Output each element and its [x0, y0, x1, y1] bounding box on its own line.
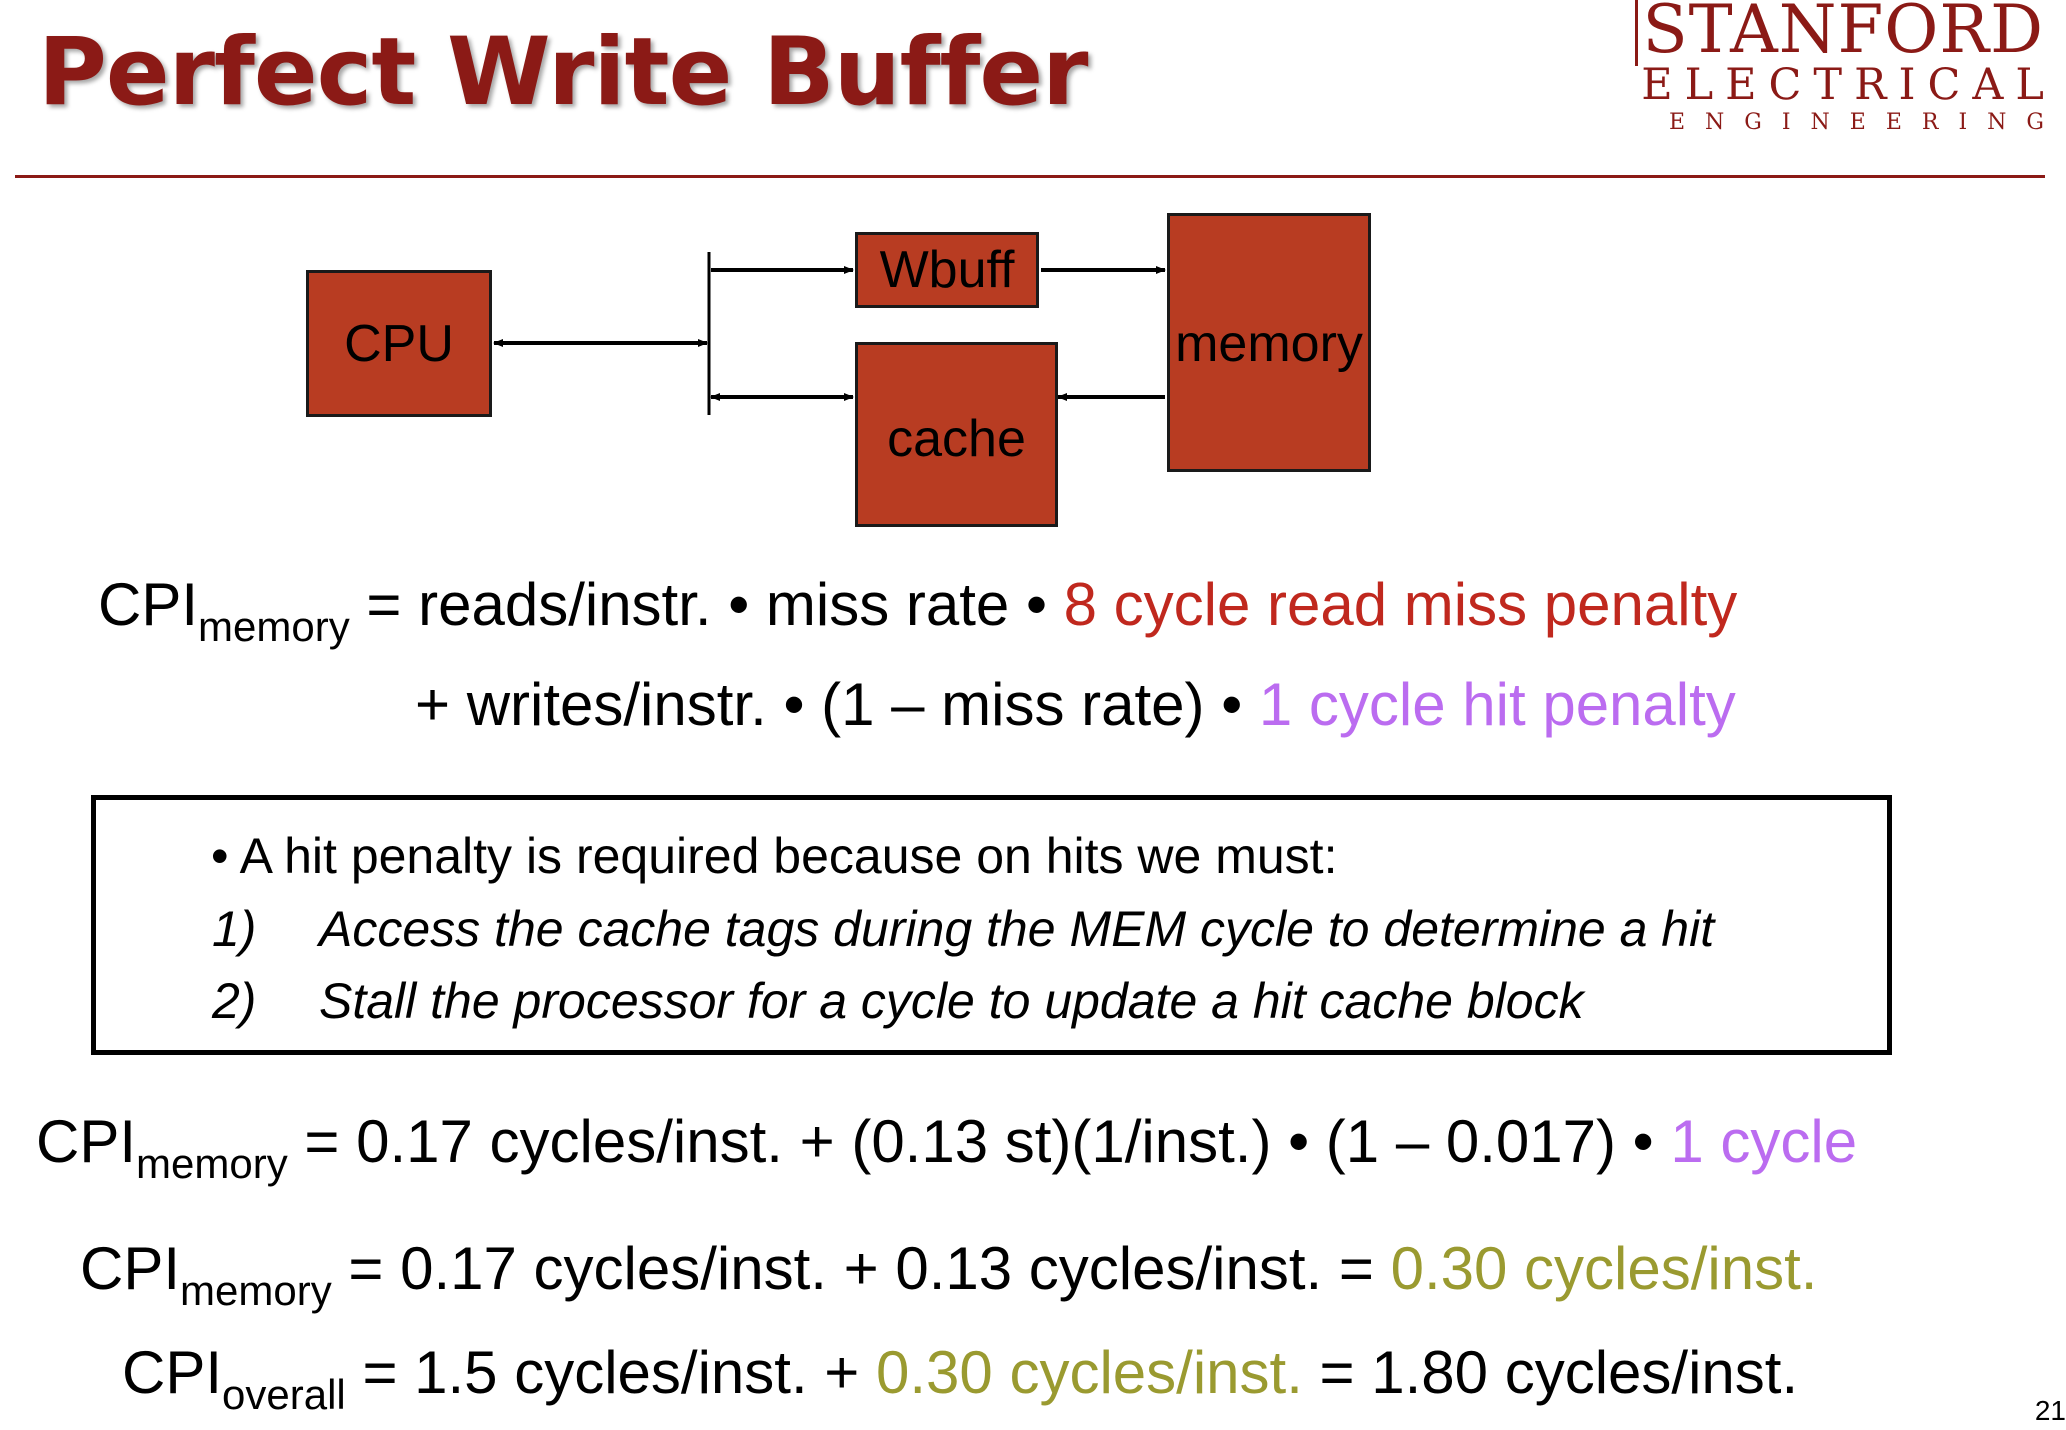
cpi-subscript: memory — [136, 1140, 288, 1187]
note-item-1: Access the cache tags during the MEM cyc… — [319, 901, 1715, 957]
wbuff-block: Wbuff — [855, 232, 1039, 308]
read-miss-penalty: 8 cycle read miss penalty — [1063, 571, 1738, 638]
cpi-subscript: memory — [180, 1267, 332, 1314]
hit-penalty-note-box: • A hit penalty is required because on h… — [91, 795, 1892, 1055]
cache-label: cache — [887, 410, 1026, 468]
overall-text-1: = 1.5 cycles/inst. + — [362, 1339, 877, 1406]
note-item-1-number: 1) — [212, 901, 257, 957]
cache-block: cache — [855, 342, 1058, 527]
overall-text-2: = 1.80 cycles/inst. — [1302, 1339, 1799, 1406]
note-item-2: Stall the processor for a cycle to updat… — [319, 973, 1584, 1029]
cpi-calc-line-1: CPImemory = 0.17 cycles/inst. + (0.13 st… — [36, 1107, 1857, 1188]
cpi-label: CPI — [36, 1108, 137, 1175]
formula1-continuation: + writes/instr. • (1 – miss rate) • — [415, 671, 1259, 738]
page-number: 21 — [2034, 1395, 2066, 1426]
cpi-formula-line-1: CPImemory = reads/instr. • miss rate • 8… — [98, 570, 1737, 651]
wbuff-label: Wbuff — [879, 241, 1015, 299]
calc1-hit-cycle: 1 cycle — [1670, 1108, 1858, 1175]
cpi-formula-line-2: + writes/instr. • (1 – miss rate) • 1 cy… — [415, 670, 1736, 739]
cpi-calc-line-2: CPImemory = 0.17 cycles/inst. + 0.13 cyc… — [80, 1234, 1817, 1315]
hit-penalty: 1 cycle hit penalty — [1258, 671, 1736, 738]
note-intro: • A hit penalty is required because on h… — [211, 828, 1338, 884]
memory-label: memory — [1175, 315, 1363, 373]
cpu-label: CPU — [344, 314, 454, 373]
memory-block: memory — [1167, 213, 1371, 472]
cpi-overall-line: CPIoverall = 1.5 cycles/inst. + 0.30 cyc… — [122, 1338, 1798, 1419]
cpi-label: CPI — [122, 1339, 223, 1406]
calc2-result: 0.30 cycles/inst. — [1390, 1235, 1818, 1302]
note-item-2-number: 2) — [212, 973, 257, 1029]
calc1-text: = 0.17 cycles/inst. + (0.13 st)(1/inst.)… — [304, 1108, 1671, 1175]
formula1-text: = reads/instr. • miss rate • — [366, 571, 1064, 638]
memory-hierarchy-diagram: CPU Wbuff cache memory — [0, 0, 2066, 560]
calc2-text: = 0.17 cycles/inst. + 0.13 cycles/inst. … — [348, 1235, 1391, 1302]
cpi-label: CPI — [80, 1235, 181, 1302]
cpu-block: CPU — [306, 270, 492, 417]
overall-memory-term: 0.30 cycles/inst. — [876, 1339, 1303, 1406]
cpi-label: CPI — [98, 571, 199, 638]
cpi-subscript: memory — [198, 603, 350, 650]
cpi-subscript: overall — [222, 1371, 346, 1418]
